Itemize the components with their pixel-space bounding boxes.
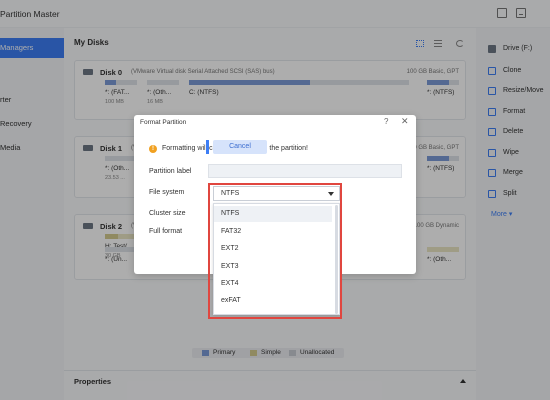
dialog-title: Format Partition: [140, 119, 187, 126]
close-icon[interactable]: ✕: [401, 116, 409, 127]
cancel-button[interactable]: Cancel: [213, 140, 267, 154]
warning-icon: !: [149, 145, 157, 153]
highlight-box: [208, 183, 342, 319]
file-system-label: File system: [149, 189, 185, 196]
help-icon[interactable]: ?: [384, 117, 388, 126]
cluster-size-label: Cluster size: [149, 210, 186, 217]
partition-label-label: Partition label: [149, 168, 192, 175]
ok-button[interactable]: [206, 140, 209, 154]
partition-label-input[interactable]: [208, 164, 402, 178]
full-format-label: Full format: [149, 228, 183, 235]
